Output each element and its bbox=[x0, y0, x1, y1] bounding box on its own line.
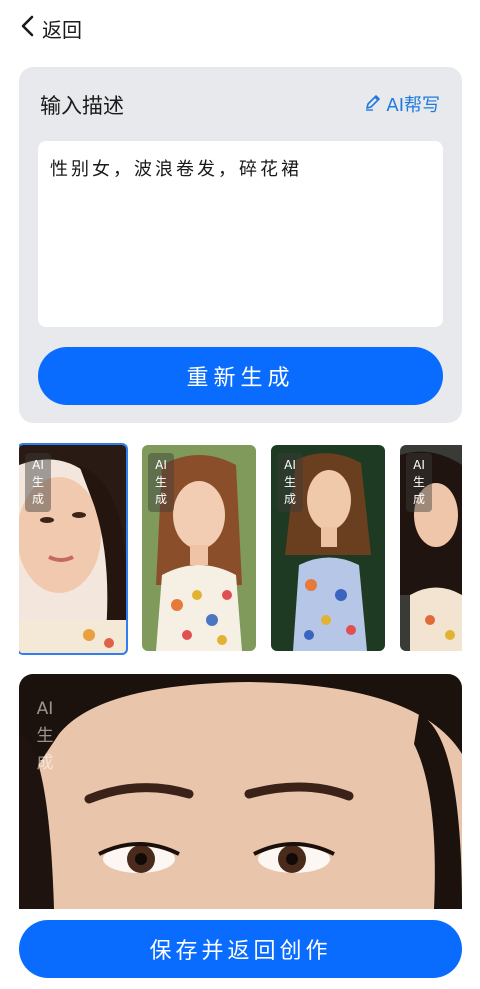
thumbnail-4[interactable]: AI 生成 bbox=[400, 445, 462, 651]
regenerate-button[interactable]: 重新生成 bbox=[38, 347, 443, 405]
description-title: 输入描述 bbox=[40, 94, 124, 118]
top-bar: 返回 bbox=[0, 0, 480, 56]
thumbnail-strip: AI 生成 AI 生成 AI 生成 AI 生 成 bbox=[19, 443, 462, 655]
ai-watermark: AI 生成 bbox=[277, 453, 303, 512]
pen-icon bbox=[364, 93, 382, 116]
description-card: 输入描述 AI帮写 性别女，波浪卷发，碎花裙 重新生成 bbox=[19, 67, 462, 423]
back-button[interactable]: 返回 bbox=[18, 12, 82, 44]
thumbnail-3[interactable]: AI 生成 bbox=[271, 445, 385, 651]
back-label: 返回 bbox=[42, 17, 82, 42]
portrait-closeup bbox=[19, 674, 462, 909]
chevron-left-icon bbox=[18, 14, 38, 42]
description-input[interactable]: 性别女，波浪卷发，碎花裙 bbox=[38, 141, 443, 327]
ai-watermark: AI 生成 bbox=[148, 453, 174, 512]
save-and-return-button[interactable]: 保存并返回创作 bbox=[19, 920, 462, 978]
preview-image: AI 生成 bbox=[19, 674, 462, 909]
ai-help-label: AI帮写 bbox=[386, 95, 440, 116]
ai-watermark: AI 生成 bbox=[406, 453, 432, 512]
ai-help-button[interactable]: AI帮写 bbox=[364, 91, 440, 117]
thumbnail-2[interactable]: AI 生成 bbox=[142, 445, 256, 651]
thumbnail-1[interactable]: AI 生成 bbox=[19, 443, 128, 655]
ai-watermark: AI 生成 bbox=[36, 699, 54, 773]
ai-watermark: AI 生成 bbox=[25, 453, 51, 512]
